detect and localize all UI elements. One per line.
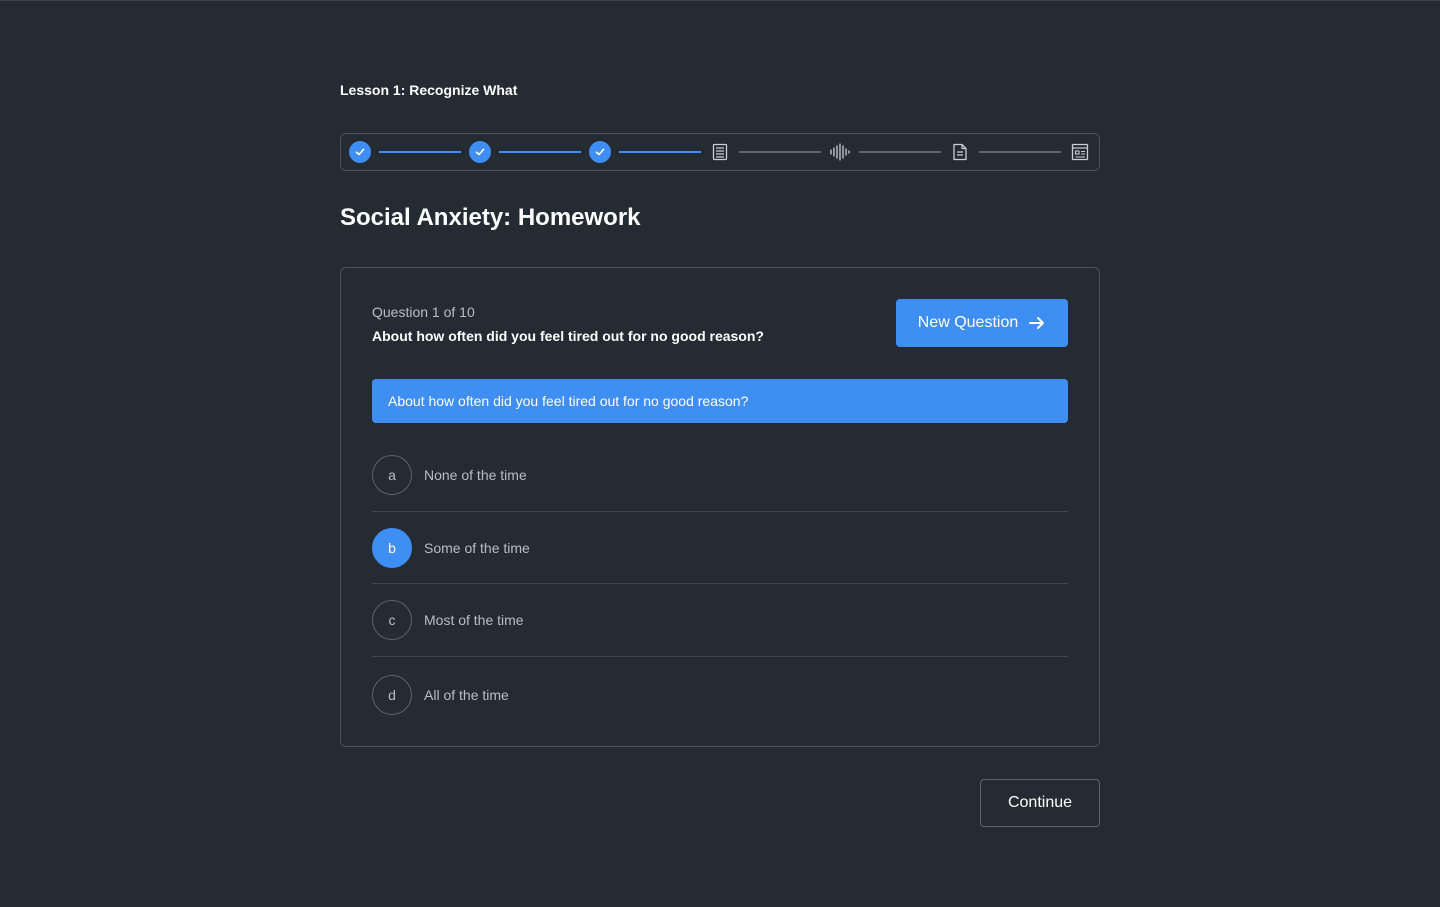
- form-icon: [1071, 143, 1089, 161]
- audio-waveform-icon: [830, 143, 850, 161]
- answer-option-b[interactable]: b Some of the time: [372, 512, 1068, 584]
- option-label: All of the time: [424, 686, 509, 703]
- check-icon: [475, 148, 485, 156]
- step-3[interactable]: [589, 141, 611, 163]
- step-connector: [499, 151, 581, 153]
- check-icon: [355, 148, 365, 156]
- step-connector: [739, 151, 821, 153]
- option-letter: d: [372, 674, 412, 715]
- progress-stepper: [340, 133, 1100, 171]
- page-heading: Social Anxiety: Homework: [340, 204, 641, 231]
- new-question-label: New Question: [917, 314, 1019, 331]
- new-question-button[interactable]: New Question: [896, 299, 1068, 347]
- question-text: About how often did you feel tired out f…: [372, 328, 764, 344]
- answer-options: a None of the time b Some of the time c …: [372, 439, 1068, 732]
- step-7[interactable]: [1069, 141, 1091, 163]
- answer-option-c[interactable]: c Most of the time: [372, 584, 1068, 657]
- step-1[interactable]: [349, 141, 371, 163]
- step-connector: [859, 151, 941, 153]
- step-5[interactable]: [829, 141, 851, 163]
- question-counter: Question 1 of 10: [372, 304, 475, 320]
- answer-option-d[interactable]: d All of the time: [372, 657, 1068, 732]
- lesson-title: Lesson 1: Recognize What: [340, 82, 518, 98]
- check-icon: [595, 148, 605, 156]
- option-label: None of the time: [424, 467, 527, 483]
- step-connector: [619, 151, 701, 153]
- arrow-right-icon: [1029, 317, 1045, 329]
- option-letter: b: [372, 527, 412, 568]
- step-2[interactable]: [469, 141, 491, 163]
- step-6[interactable]: [949, 141, 971, 163]
- document-lines-icon: [712, 143, 728, 161]
- question-card: Question 1 of 10 About how often did you…: [340, 267, 1100, 747]
- lesson-page: Lesson 1: Recognize What Social Anxiety:: [0, 0, 1440, 907]
- file-text-icon: [953, 143, 967, 161]
- answer-option-a[interactable]: a None of the time: [372, 439, 1068, 512]
- step-connector: [979, 151, 1061, 153]
- continue-button[interactable]: Continue: [980, 779, 1100, 827]
- step-4[interactable]: [709, 141, 731, 163]
- option-letter: a: [372, 455, 412, 495]
- option-label: Some of the time: [424, 539, 530, 556]
- option-letter: c: [372, 600, 412, 640]
- option-label: Most of the time: [424, 612, 524, 628]
- question-prompt-banner: About how often did you feel tired out f…: [372, 379, 1068, 423]
- step-connector: [379, 151, 461, 153]
